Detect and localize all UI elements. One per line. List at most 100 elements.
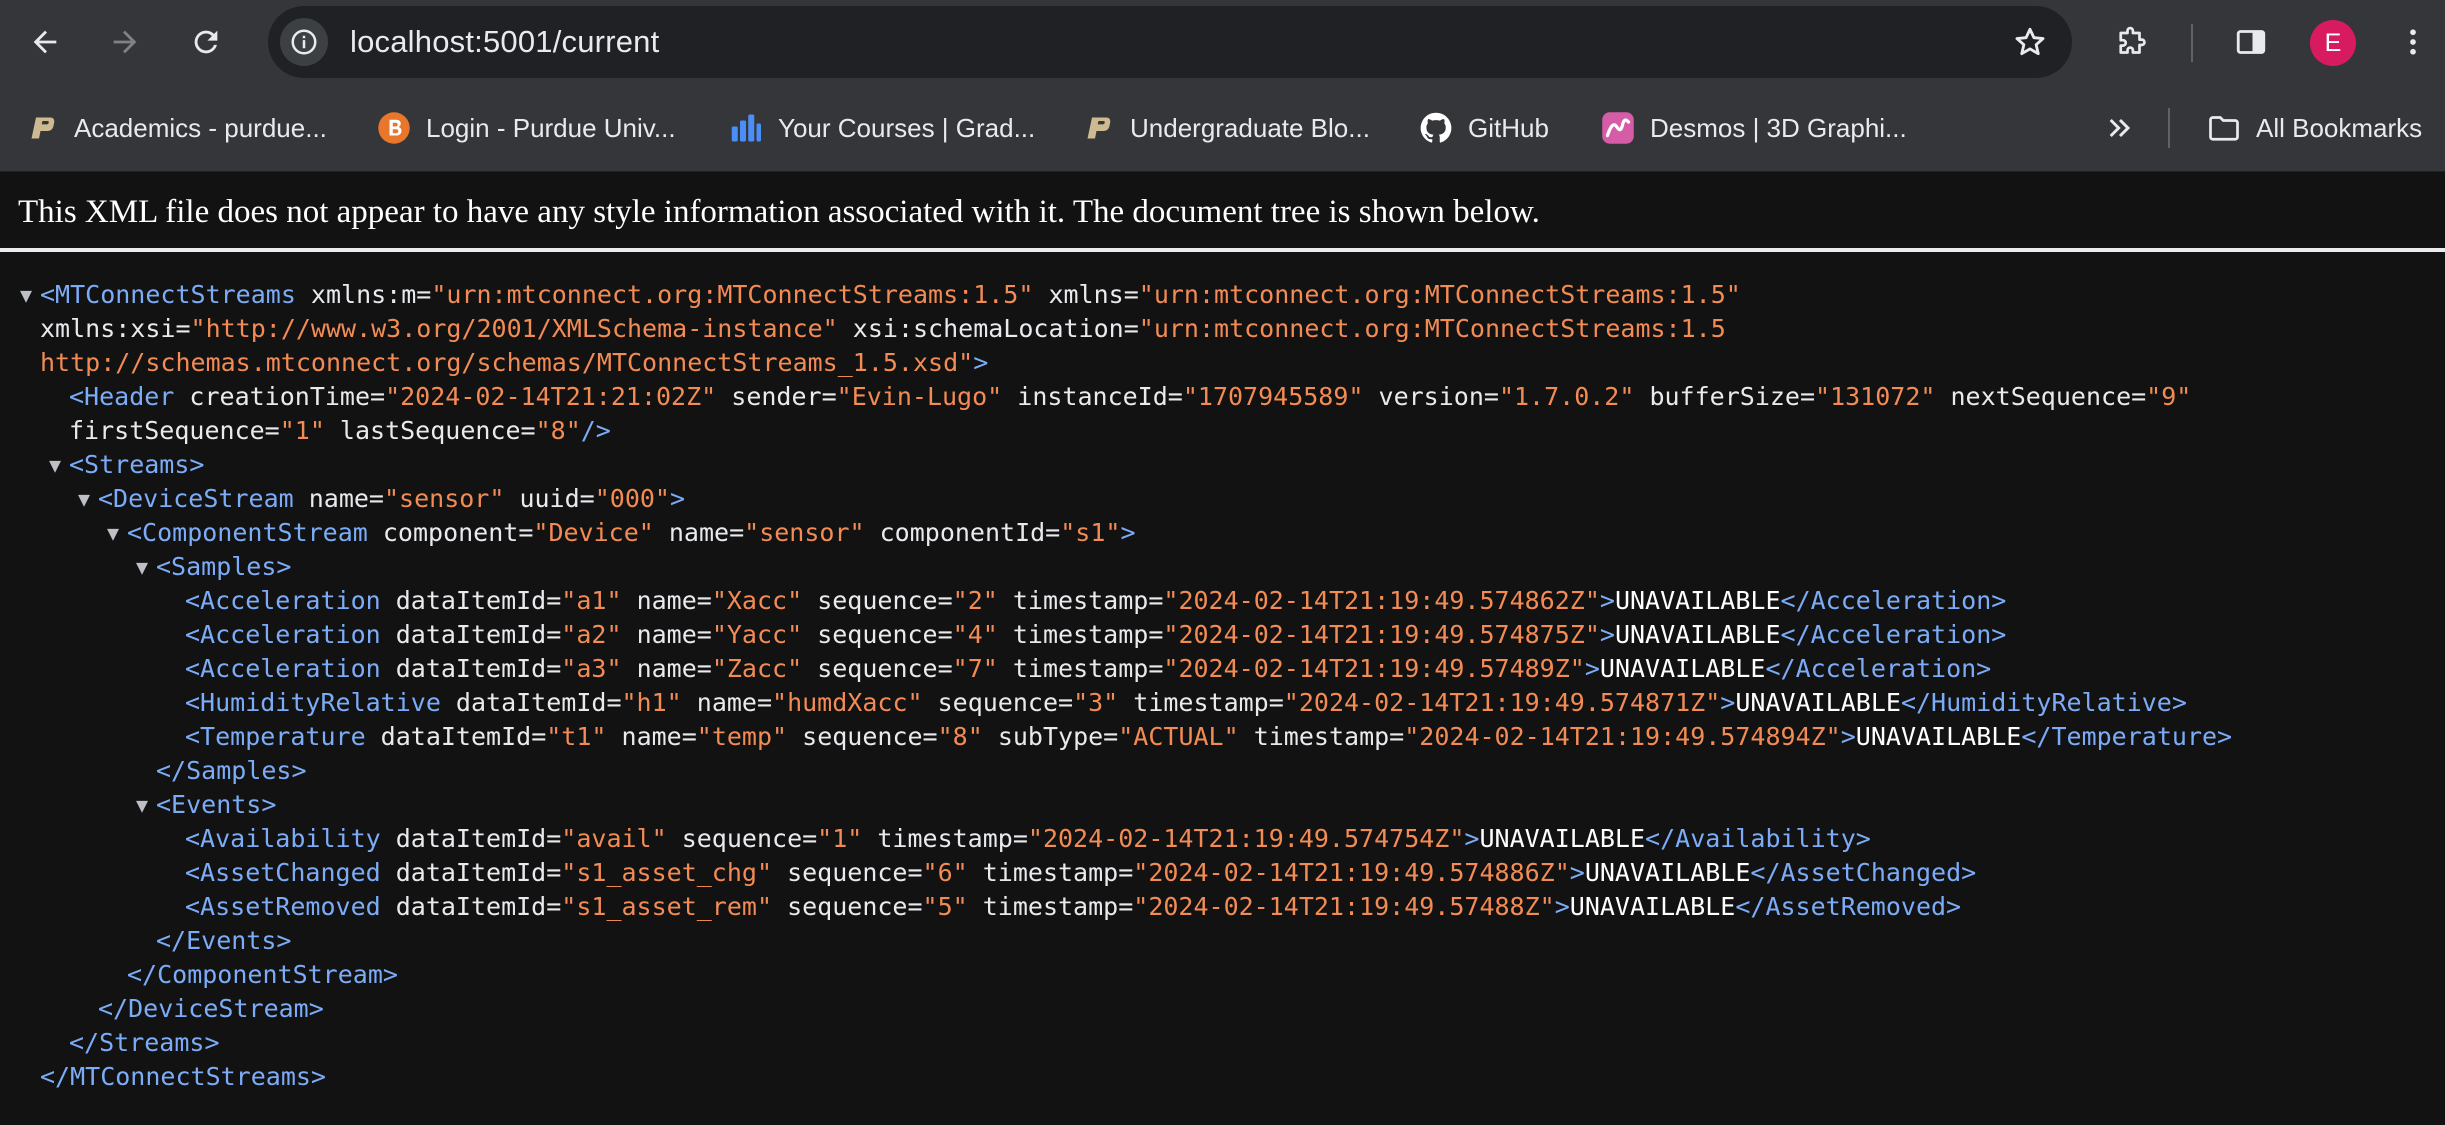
- xml-attribute-value: "a2": [561, 620, 622, 649]
- xml-attribute-value: "urn:mtconnect.org:MTConnectStreams:1.5: [1138, 314, 1726, 343]
- xml-text-value: UNAVAILABLE: [1735, 688, 1901, 717]
- xml-attribute-name: name=: [621, 620, 712, 649]
- xml-attribute-name: name=: [681, 688, 773, 717]
- xml-attribute-name: sequence=: [802, 620, 953, 649]
- xml-attribute-value: "2024-02-14T21:21:02Z": [385, 382, 717, 411]
- collapse-toggle-icon[interactable]: ▼: [14, 278, 38, 312]
- xml-attribute-name: timestamp=: [997, 654, 1164, 683]
- xml-attribute-name: firstSequence=: [69, 416, 280, 445]
- xml-tag: <Acceleration: [185, 586, 381, 615]
- xml-attribute-value: "2024-02-14T21:19:49.574875Z": [1163, 620, 1600, 649]
- bookmark-login-purdue[interactable]: Login - Purdue Univ...: [376, 102, 676, 154]
- xml-tag: <AssetRemoved: [185, 892, 381, 921]
- xml-attribute-value: "7": [952, 654, 998, 683]
- xml-tag: <HumidityRelative: [185, 688, 441, 717]
- reload-button[interactable]: [178, 14, 234, 70]
- xml-tag: >: [1569, 858, 1585, 887]
- xml-tag: />: [580, 416, 611, 445]
- xml-attribute-value: "9": [2146, 382, 2192, 411]
- xml-attribute-name: uuid=: [504, 484, 595, 513]
- xml-attribute-value: "1707945589": [1182, 382, 1364, 411]
- xml-attribute-name: creationTime=: [174, 382, 386, 411]
- xml-tag: >: [1599, 620, 1615, 649]
- github-icon: [1420, 112, 1452, 143]
- xml-attribute-name: name=: [621, 586, 712, 615]
- xml-attribute-name: sequence=: [802, 586, 953, 615]
- menu-button[interactable]: [2389, 18, 2437, 66]
- collapse-toggle-icon[interactable]: ▼: [130, 788, 154, 822]
- xml-tag: </AssetRemoved>: [1735, 892, 1962, 921]
- xml-devicestream-line: ▼ <DeviceStream name="sensor" uuid="000">: [0, 482, 2232, 516]
- bookmarks-bar: Academics - purdue... Login - Purdue Uni…: [0, 84, 2445, 172]
- profile-avatar[interactable]: E: [2310, 20, 2356, 66]
- forward-button[interactable]: [97, 14, 153, 70]
- xml-close-tag: </MTConnectStreams>: [0, 1060, 2232, 1094]
- xml-close-tag: </Samples>: [0, 754, 2232, 788]
- xml-attribute-value: "2024-02-14T21:19:49.574894Z": [1404, 722, 1841, 751]
- all-bookmarks-button[interactable]: All Bookmarks: [2206, 102, 2422, 154]
- xml-text-value: UNAVAILABLE: [1614, 586, 1781, 615]
- side-panel-icon: [2236, 30, 2266, 54]
- bookmark-gradescope[interactable]: Your Courses | Grad...: [728, 102, 1035, 154]
- bookmark-desmos[interactable]: Desmos | 3D Graphi...: [1600, 102, 1907, 154]
- xml-attribute-name: sequence=: [922, 688, 1074, 717]
- xml-attribute-name: nextSequence=: [1935, 382, 2147, 411]
- xml-text-value: UNAVAILABLE: [1569, 892, 1736, 921]
- folder-icon: [2209, 116, 2239, 141]
- xml-attribute-name: dataItemId=: [380, 654, 562, 683]
- xml-tag: </Events>: [156, 926, 292, 955]
- xml-attribute-value: "2024-02-14T21:19:49.57489Z": [1163, 654, 1585, 683]
- xml-tag: <AssetChanged: [185, 858, 381, 887]
- xml-attribute-name: dataItemId=: [380, 892, 562, 921]
- xml-attribute-name: component=: [367, 518, 534, 547]
- xml-tag: <MTConnectStreams: [40, 280, 296, 309]
- bookmark-star-icon[interactable]: [2012, 24, 2048, 60]
- bookmarks-overflow-button[interactable]: [2098, 106, 2142, 150]
- url-text[interactable]: localhost:5001/current: [350, 6, 659, 78]
- bookmark-github[interactable]: GitHub: [1418, 102, 1549, 154]
- purdue-p-icon: [1087, 117, 1111, 139]
- bookmarks-separator: [2168, 108, 2170, 148]
- bookmark-label: Undergraduate Blo...: [1130, 112, 1370, 143]
- xml-close-tag: </ComponentStream>: [0, 958, 2232, 992]
- xml-attribute-name: dataItemId=: [380, 620, 562, 649]
- xml-attribute-name: timestamp=: [967, 858, 1134, 887]
- xml-attribute-name: bufferSize=: [1634, 382, 1816, 411]
- bookmark-undergraduate[interactable]: Undergraduate Blo...: [1080, 102, 1370, 154]
- xml-tag: </Acceleration>: [1780, 586, 2007, 615]
- xml-element-line: <AssetRemoved dataItemId="s1_asset_rem" …: [0, 890, 2232, 924]
- xml-tag: </MTConnectStreams>: [40, 1062, 326, 1091]
- xml-attribute-value: "urn:mtconnect.org:MTConnectStreams:1.5": [1138, 280, 1741, 309]
- collapse-toggle-icon[interactable]: ▼: [72, 482, 96, 516]
- collapse-toggle-icon[interactable]: ▼: [130, 550, 154, 584]
- xml-attribute-value: "4": [952, 620, 998, 649]
- xml-attribute-name: sequence=: [802, 654, 953, 683]
- toolbar-separator: [2191, 24, 2193, 62]
- side-panel-button[interactable]: [2227, 18, 2275, 66]
- back-button[interactable]: [17, 14, 73, 70]
- more-vertical-icon: [2410, 29, 2416, 55]
- xml-attribute-name: instanceId=: [1002, 382, 1183, 411]
- purdue-p-icon: [31, 117, 55, 139]
- collapse-toggle-icon[interactable]: ▼: [43, 448, 67, 482]
- xml-attribute-value: "5": [922, 892, 968, 921]
- xml-tag: >: [1720, 688, 1736, 717]
- xml-attribute-value: "s1": [1060, 518, 1121, 547]
- xml-tag: <Acceleration: [185, 654, 381, 683]
- xml-close-tag: </Streams>: [0, 1026, 2232, 1060]
- xml-style-notice: This XML file does not appear to have an…: [18, 194, 1540, 230]
- bookmark-academics[interactable]: Academics - purdue...: [24, 102, 327, 154]
- xml-attribute-value: "Evin-Lugo": [836, 382, 1003, 411]
- xml-tag: >: [1120, 518, 1136, 547]
- xml-root-line-cont: http://schemas.mtconnect.org/schemas/MTC…: [0, 346, 2232, 380]
- site-info-button[interactable]: [280, 18, 328, 66]
- xml-tag: </AssetChanged>: [1750, 858, 1977, 887]
- xml-tag: <Header: [69, 382, 175, 411]
- xml-attribute-value: "h1": [621, 688, 682, 717]
- bookmark-label: Your Courses | Grad...: [778, 112, 1036, 143]
- xml-element-line: <Temperature dataItemId="t1" name="temp"…: [0, 720, 2232, 754]
- address-bar[interactable]: localhost:5001/current: [268, 6, 2072, 78]
- xml-attribute-name: sender=: [716, 382, 837, 411]
- collapse-toggle-icon[interactable]: ▼: [101, 516, 125, 550]
- extensions-button[interactable]: [2108, 18, 2156, 66]
